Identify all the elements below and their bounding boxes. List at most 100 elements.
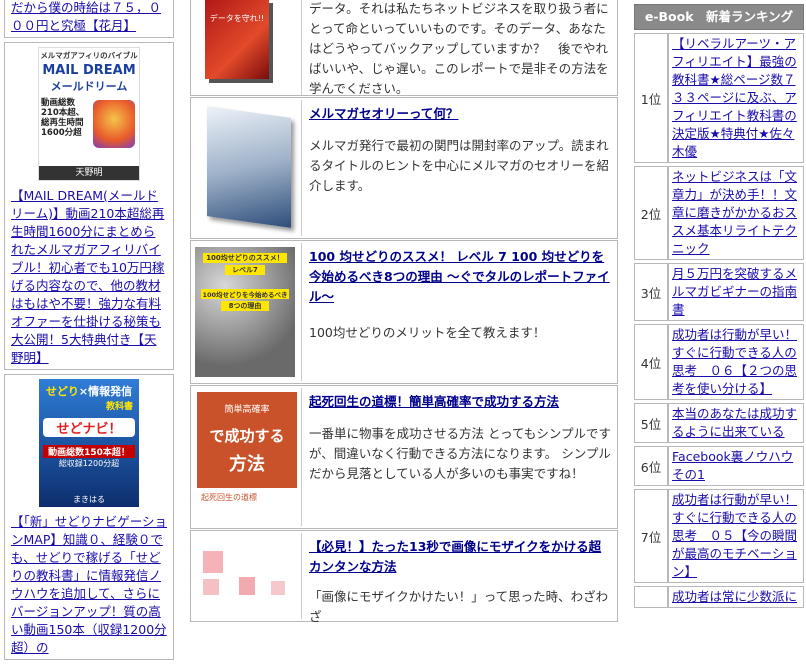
- report-desc: 100均せどりのメリットを全て教えます！: [309, 325, 546, 340]
- report-row: 簡単高確率 で成功する 方法 起死回生の道標 起死回生の道標！簡単高確率で成功す…: [190, 385, 618, 529]
- report-thumb[interactable]: 100均せどりのススメ！ レベル7 100均せどりを今始めるべき 8つの理由: [193, 243, 302, 381]
- cover-author: まきはる: [73, 495, 105, 504]
- ranking-table: 1位 【リベラルアーツ・アフィリエイト】最強の教科書★総ページ数７３３ページに及…: [634, 30, 804, 611]
- mail-dream-cover[interactable]: メルマガアフィリのバイブル MAIL DREAM メールドリーム 動画総数 21…: [38, 47, 140, 181]
- report-title-link[interactable]: 起死回生の道標！簡単高確率で成功する方法: [309, 394, 559, 409]
- report-cover-image: 100均せどりのススメ！ レベル7 100均せどりを今始めるべき 8つの理由: [195, 247, 295, 377]
- left-ad-sedonavi: せどり×情報発信 教科書 せどナビ！ 動画総数150本超！ 総収録1200分超 …: [4, 374, 174, 660]
- left-top-item: だから僕の時給は７５，０００円と究極【花月】: [4, 0, 174, 38]
- cover-line: 100均せどりのススメ！: [203, 253, 287, 263]
- report-title-link[interactable]: 【必見！】たった13秒で画像にモザイクをかける超カンタンな方法: [309, 539, 601, 574]
- report-body: 100 均せどりのススメ！ レベル 7 100 均せどりを今始めるべき8つの理由…: [309, 247, 611, 343]
- rank-number: 3位: [634, 263, 668, 321]
- left-top-link[interactable]: だから僕の時給は７５，０００円と究極【花月】: [11, 0, 161, 33]
- ranking-row: 5位 本当のあなたは成功するように出来ている: [634, 403, 804, 443]
- report-desc: 一番単に物事を成功させる方法 とってもシンプルですが、間違いなく行動できる方法に…: [309, 426, 611, 481]
- cover-line: 100均せどりを今始めるべき: [201, 289, 289, 299]
- mail-dream-link[interactable]: 【MAIL DREAM(メールドリーム)】動画210本超総再生時間1600分にま…: [11, 188, 164, 365]
- rank-cell: 本当のあなたは成功するように出来ている: [668, 403, 804, 443]
- rank-number: 6位: [634, 446, 668, 486]
- report-desc: 「画像にモザイクかけたい！」って思った時、わざわざ: [309, 589, 609, 624]
- report-desc: メルマガ発行で最初の関門は開封率のアップ。読まれるタイトルのヒントを中心にメルマ…: [309, 138, 610, 193]
- rank-cell: 【リベラルアーツ・アフィリエイト】最強の教科書★総ページ数７３３ページに及ぶ、ア…: [668, 33, 804, 163]
- rank-number: 1位: [634, 33, 668, 163]
- cover-kana: メールドリーム: [50, 80, 128, 93]
- ranking-row: 4位 成功者は行動が早い！すぐに行動できる人の思考 ０６【２つの思考を使い分ける…: [634, 324, 804, 400]
- rank-link[interactable]: 本当のあなたは成功するように出来ている: [672, 406, 797, 439]
- rank-cell: Facebook裏ノウハウその1: [668, 446, 804, 486]
- sedonavi-cover[interactable]: せどり×情報発信 教科書 せどナビ！ 動画総数150本超！ 総収録1200分超 …: [39, 379, 139, 507]
- report-cover-image: データを守れ!!: [205, 0, 269, 79]
- rank-cell: 成功者は行動が早い！すぐに行動できる人の思考 ０６【２つの思考を使い分ける】: [668, 324, 804, 400]
- left-sidebar: だから僕の時給は７５，０００円と究極【花月】 メルマガアフィリのバイブル MAI…: [4, 0, 174, 664]
- cover-title1: せどり: [45, 385, 79, 398]
- rank-link[interactable]: Facebook裏ノウハウその1: [672, 449, 793, 482]
- report-thumb[interactable]: [193, 100, 302, 236]
- rank-link[interactable]: 成功者は行動が早い！すぐに行動できる人の思考 ０５【今の瞬間が最高のモチベーショ…: [672, 492, 797, 579]
- report-thumb[interactable]: 簡単高確率 で成功する 方法 起死回生の道標: [193, 388, 302, 526]
- rank-number: 4位: [634, 324, 668, 400]
- report-thumb[interactable]: [193, 533, 302, 619]
- report-body: 起死回生の道標！簡単高確率で成功する方法 一番単に物事を成功させる方法 とっても…: [309, 392, 611, 484]
- report-row: 【必見！】たった13秒で画像にモザイクをかける超カンタンな方法 「画像にモザイク…: [190, 530, 618, 624]
- rank-number: [634, 586, 668, 608]
- report-cover-image: [207, 106, 291, 228]
- rank-link[interactable]: 【リベラルアーツ・アフィリエイト】最強の教科書★総ページ数７３３ページに及ぶ、ア…: [672, 36, 797, 159]
- ranking-row: 1位 【リベラルアーツ・アフィリエイト】最強の教科書★総ページ数７３３ページに及…: [634, 33, 804, 163]
- cover-author: 天野明: [39, 166, 139, 180]
- ranking-row: 成功者は常に少数派に: [634, 586, 804, 608]
- cover-line: 1600分超: [41, 128, 82, 138]
- ranking-row: 3位 月５万円を突破するメルマガビギナーの指南書: [634, 263, 804, 321]
- mosaic-icon: [239, 577, 255, 595]
- report-body: 【必見！】たった13秒で画像にモザイクをかける超カンタンな方法 「画像にモザイク…: [309, 537, 611, 627]
- left-ad-mail-dream: メルマガアフィリのバイブル MAIL DREAM メールドリーム 動画総数 21…: [4, 42, 174, 370]
- report-row: データを守れ!! データ。それは私たちネットビジネスを取り扱う者にとって命といっ…: [190, 0, 618, 96]
- sedonavi-link[interactable]: 【「新」せどりナビゲーションMAP】知識０、経験０でも、せどりで稼げる「せどりの…: [11, 514, 167, 655]
- rank-link[interactable]: 成功者は行動が早い！すぐに行動できる人の思考 ０６【２つの思考を使い分ける】: [672, 327, 797, 396]
- cover-line: 8つの理由: [221, 301, 269, 311]
- rank-cell: 成功者は常に少数派に: [668, 586, 804, 608]
- report-title-link[interactable]: 100 均せどりのススメ！ レベル 7 100 均せどりを今始めるべき8つの理由…: [309, 249, 610, 304]
- runner-graphic-icon: [93, 100, 135, 148]
- cover-title3: 教科書: [105, 402, 133, 412]
- report-desc: データ。それは私たちネットビジネスを取り扱う者にとって命といっていいものです。そ…: [309, 1, 609, 96]
- mosaic-icon: [203, 551, 223, 573]
- rank-cell: 成功者は行動が早い！すぐに行動できる人の思考 ０５【今の瞬間が最高のモチベーショ…: [668, 489, 804, 583]
- cover-title-row: せどり×情報発信: [45, 385, 133, 398]
- report-body: データ。それは私たちネットビジネスを取り扱う者にとって命といっていいものです。そ…: [309, 0, 611, 99]
- ranking-header: e-Book 新着ランキング: [634, 4, 804, 30]
- rank-link[interactable]: 月５万円を突破するメルマガビギナーの指南書: [672, 266, 797, 317]
- cover-title: MAIL DREAM: [42, 63, 136, 78]
- cover-logo: せどナビ！: [43, 418, 135, 437]
- report-cover-text: データを守れ!!: [209, 14, 265, 23]
- cover-sub: 総収録1200分超: [58, 459, 120, 468]
- rank-number: 2位: [634, 166, 668, 260]
- cover-line: 方法: [229, 454, 265, 475]
- report-cover-image: 簡単高確率 で成功する 方法 起死回生の道標: [197, 392, 297, 524]
- ranking-row: 7位 成功者は行動が早い！すぐに行動できる人の思考 ０５【今の瞬間が最高のモチベ…: [634, 489, 804, 583]
- rank-cell: 月５万円を突破するメルマガビギナーの指南書: [668, 263, 804, 321]
- cover-line: 簡単高確率: [224, 405, 270, 415]
- cover-title2: 情報発信: [88, 385, 133, 398]
- mosaic-icon: [271, 581, 285, 595]
- report-row: 100均せどりのススメ！ レベル7 100均せどりを今始めるべき 8つの理由 1…: [190, 240, 618, 384]
- rank-number: 7位: [634, 489, 668, 583]
- report-body: メルマガセオリーって何？ メルマガ発行で最初の関門は開封率のアップ。読まれるタイ…: [309, 104, 611, 196]
- report-title-link[interactable]: メルマガセオリーって何？: [309, 106, 458, 121]
- ranking-sidebar: e-Book 新着ランキング 1位 【リベラルアーツ・アフィリエイト】最強の教科…: [634, 4, 804, 611]
- rank-number: 5位: [634, 403, 668, 443]
- cover-line: で成功する: [209, 427, 285, 445]
- rank-link[interactable]: 成功者は常に少数派に: [672, 589, 797, 604]
- ranking-row: 6位 Facebook裏ノウハウその1: [634, 446, 804, 486]
- report-thumb[interactable]: データを守れ!!: [193, 0, 302, 95]
- cover-count: 動画総数150本超！: [43, 445, 135, 458]
- ranking-row: 2位 ネットビジネスは「文章力」が決め手！！文章に磨きがかかるおススメ基本リライ…: [634, 166, 804, 260]
- cover-line: 210本超、: [41, 108, 85, 118]
- cover-line: 起死回生の道標: [197, 488, 297, 524]
- cover-lines: 動画総数 210本超、 総再生時間 1600分超: [41, 98, 84, 138]
- cover-line: 総再生時間: [41, 118, 84, 128]
- mosaic-icon: [203, 579, 219, 595]
- cover-tag: メルマガアフィリのバイブル: [40, 51, 138, 60]
- report-row: メルマガセオリーって何？ メルマガ発行で最初の関門は開封率のアップ。読まれるタイ…: [190, 97, 618, 239]
- rank-link[interactable]: ネットビジネスは「文章力」が決め手！！文章に磨きがかかるおススメ基本リライトテク…: [672, 169, 797, 256]
